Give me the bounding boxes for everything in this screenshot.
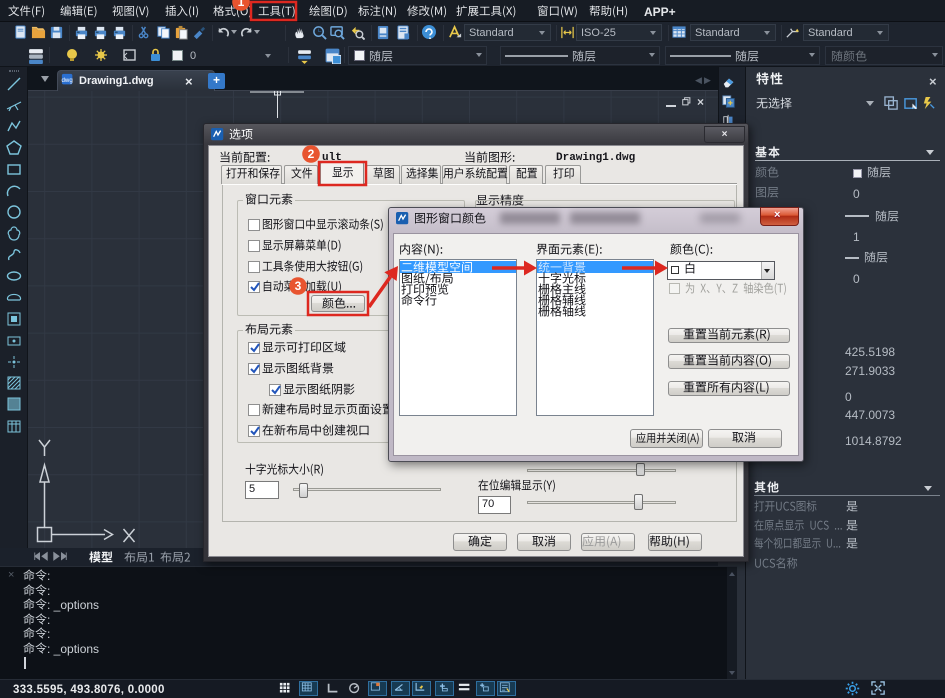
svg-text:dwg: dwg	[62, 77, 73, 84]
